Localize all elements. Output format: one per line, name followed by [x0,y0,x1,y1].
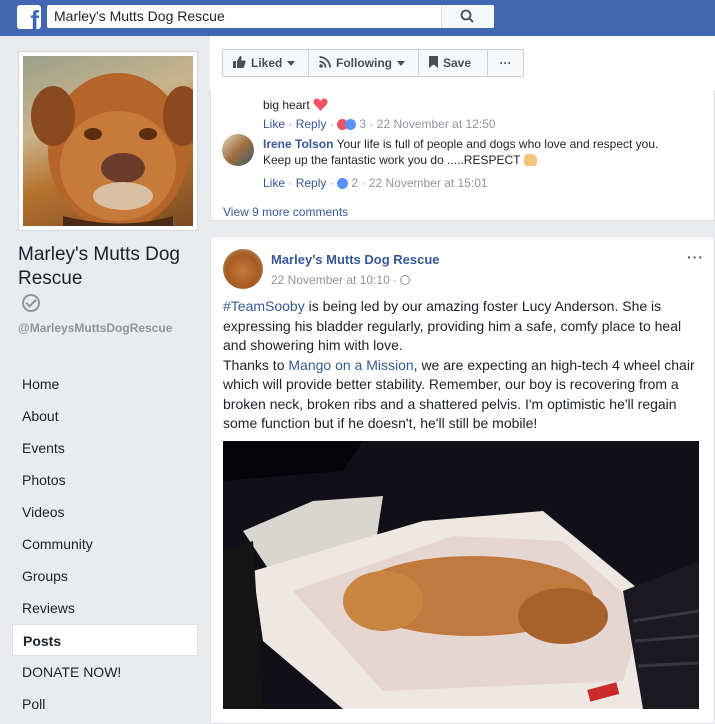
comment-meta: Like · Reply · 3 · 22 November at 12:50 [263,117,496,131]
sidebar-item-poll[interactable]: Poll [12,688,198,720]
hashtag-link[interactable]: #TeamSooby [223,298,305,314]
profile-picture-frame[interactable] [18,51,198,231]
verified-check-icon [22,294,40,312]
comments-card: big heart Like · Reply · 3 · 22 November… [210,90,715,221]
post-author-avatar[interactable] [223,249,263,289]
post-options-icon[interactable]: ··· [687,249,704,265]
profile-picture[interactable] [23,56,193,226]
sidebar-item-groups[interactable]: Groups [12,560,198,592]
avatar[interactable] [222,134,254,166]
reaction-count[interactable]: 3 [359,117,366,131]
reply-link[interactable]: Reply [296,176,327,190]
search-input-value[interactable]: Marley's Mutts Dog Rescue [54,8,225,24]
dog-portrait-image [31,73,193,226]
sidebar-item-videos[interactable]: Videos [12,496,198,528]
search-button[interactable] [441,5,494,28]
view-more-comments-link[interactable]: View 9 more comments [223,205,348,219]
like-reaction-icon[interactable] [337,178,349,189]
sidebar-item-about[interactable]: About [12,400,198,432]
page-handle[interactable]: @MarleysMuttsDogRescue [18,321,196,336]
sidebar-item-photos[interactable]: Photos [12,464,198,496]
globe-icon[interactable] [400,275,411,285]
sidebar-item-reviews[interactable]: Reviews [12,592,198,624]
post-meta: 22 November at 10:10 · [271,273,411,287]
following-button[interactable]: Following [308,49,419,77]
sidebar-item-community[interactable]: Community [12,528,198,560]
sidebar-item-events[interactable]: Events [12,432,198,464]
post-video[interactable] [223,441,699,709]
top-bar: f Marley's Mutts Dog Rescue [0,0,715,36]
comment-meta: Like · Reply · 2 · 22 November at 15:01 [263,176,488,190]
reply-link[interactable]: Reply [296,117,327,131]
comment-timestamp[interactable]: 22 November at 15:01 [369,176,488,190]
page-action-bar: Liked Following Save ··· [210,36,715,91]
dog-video-frame [223,441,699,709]
post-timestamp[interactable]: 22 November at 10:10 [271,273,390,287]
red-heart-icon [313,98,328,111]
sidebar-nav: Home About Events Photos Videos Communit… [12,368,198,720]
page-sidebar: Marley's Mutts Dog Rescue @MarleysMuttsD… [0,36,210,722]
more-options-button[interactable]: ··· [487,49,524,77]
thumbs-up-icon [233,55,246,71]
like-link[interactable]: Like [263,176,285,190]
like-link[interactable]: Like [263,117,285,131]
comment-text: big heart [263,98,328,112]
search-icon [460,9,474,23]
rss-icon [319,55,331,71]
reaction-count[interactable]: 2 [351,176,358,190]
like-reaction-icon[interactable] [345,119,357,130]
chevron-down-icon [397,60,405,66]
sidebar-item-posts[interactable]: Posts [12,624,198,656]
bookmark-icon [429,55,438,71]
liked-button[interactable]: Liked [222,49,309,77]
comment-text: Irene Tolson Your life is full of people… [263,137,659,167]
comment-timestamp[interactable]: 22 November at 12:50 [377,117,496,131]
facebook-logo-icon[interactable]: f [17,5,41,29]
post-card: Marley's Mutts Dog Rescue 22 November at… [210,236,715,724]
clapping-hand-icon [523,154,537,166]
sidebar-item-home[interactable]: Home [12,368,198,400]
comment-author[interactable]: Irene Tolson [263,137,333,151]
mention-link[interactable]: Mango on a Mission [288,357,413,373]
post-body: #TeamSooby is being led by our amazing f… [223,298,695,431]
sidebar-item-donate[interactable]: DONATE NOW! [12,656,198,688]
search-input[interactable]: Marley's Mutts Dog Rescue [47,5,494,28]
page-title[interactable]: Marley's Mutts Dog Rescue [18,243,203,291]
chevron-down-icon [287,60,296,66]
save-button[interactable]: Save [418,49,488,77]
post-author[interactable]: Marley's Mutts Dog Rescue [271,252,440,267]
